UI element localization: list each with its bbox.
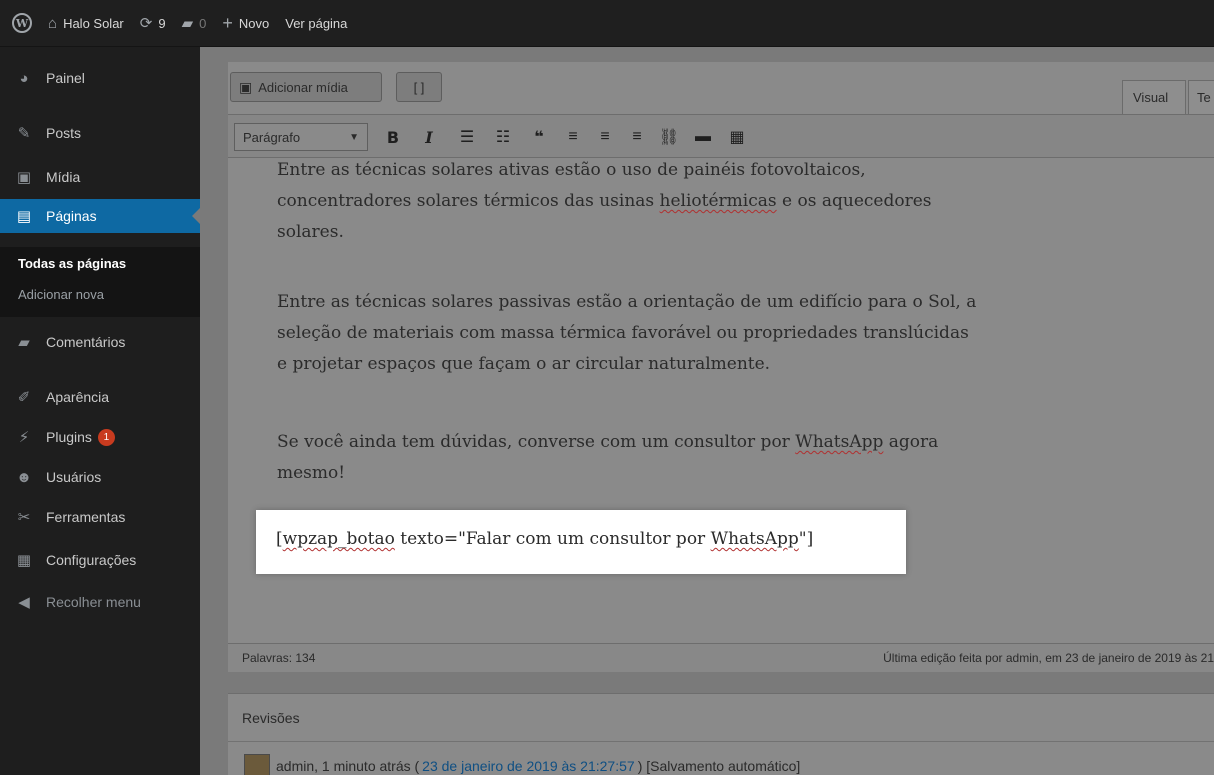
- editor-toolbar: Parágrafo ▼ B I ☰ ☷ ❝ ≡ ≡ ≡ ⛓ ▬ ▦: [228, 114, 1214, 158]
- format-select[interactable]: Parágrafo ▼: [234, 123, 368, 151]
- page-editor: ▣ Adicionar mídia [ ] Visual Te Parágraf…: [228, 62, 1214, 672]
- paragraph-whatsapp-cta: Se você ainda tem dúvidas, converse com …: [277, 432, 939, 483]
- dashboard-icon: ◕: [19, 69, 29, 87]
- comment-icon: ▰: [18, 334, 30, 351]
- caret-down-icon: ▼: [349, 131, 359, 143]
- avatar: [244, 754, 270, 775]
- settings-icon: ▦: [16, 552, 32, 569]
- wordpress-icon: W: [12, 13, 32, 33]
- blockquote-icon: ❝: [534, 129, 544, 146]
- read-more-button[interactable]: ▬: [690, 123, 716, 151]
- media-icon: ▣: [16, 169, 32, 186]
- revisions-box: Revisões admin, 1 minuto atrás ( 23 de j…: [228, 693, 1214, 775]
- insert-link-button[interactable]: ⛓: [656, 123, 682, 151]
- last-edit-info: Última edição feita por admin, em 23 de …: [883, 651, 1214, 665]
- plugin-icon: ⚡: [18, 429, 30, 446]
- numbered-list-button[interactable]: ☷: [490, 123, 516, 151]
- submenu-all-pages[interactable]: Todas as páginas: [18, 256, 126, 271]
- align-left-icon: ≡: [568, 128, 578, 145]
- updates-link[interactable]: ⟳ 9: [140, 14, 166, 32]
- word-count: Palavras: 134: [242, 651, 316, 665]
- sidebar-item-usuarios[interactable]: ☻ Usuários: [0, 460, 200, 494]
- align-center-icon: ≡: [600, 128, 610, 145]
- link-icon: ⛓: [658, 129, 680, 146]
- media-icon: ▣: [239, 78, 253, 95]
- revision-entry: admin, 1 minuto atrás ( 23 de janeiro de…: [244, 754, 800, 775]
- revisions-title[interactable]: Revisões: [242, 710, 300, 726]
- wordpress-logo-button[interactable]: W: [12, 13, 32, 33]
- blockquote-button[interactable]: ❝: [526, 123, 552, 151]
- plus-icon: +: [222, 12, 233, 33]
- collapse-icon: ◀: [18, 594, 30, 611]
- comment-bubble-icon: ▰: [181, 15, 194, 32]
- refresh-icon: ⟳: [139, 15, 153, 32]
- admin-bar: W ⌂ Halo Solar ⟳ 9 ▰ 0 + Novo Ver página: [0, 0, 1214, 47]
- users-icon: ☻: [16, 468, 32, 486]
- sidebar-item-plugins[interactable]: ⚡ Plugins 1: [0, 420, 200, 454]
- align-right-icon: ≡: [632, 128, 642, 145]
- sidebar-item-painel[interactable]: ◕ Painel: [0, 61, 200, 95]
- bold-icon: B: [386, 127, 400, 147]
- editor-status-bar: Palavras: 134 Última edição feita por ad…: [228, 643, 1214, 672]
- bold-button[interactable]: B: [380, 123, 406, 151]
- site-name-link[interactable]: ⌂ Halo Solar: [48, 15, 124, 32]
- bullet-list-button[interactable]: ☰: [454, 123, 480, 151]
- paragraph-active-techniques: Entre as técnicas solares ativas estão o…: [277, 160, 932, 242]
- view-page-link[interactable]: Ver página: [285, 16, 347, 31]
- submenu-add-new[interactable]: Adicionar nova: [18, 287, 104, 302]
- new-content-link[interactable]: + Novo: [222, 13, 269, 34]
- bullet-list-icon: ☰: [459, 129, 475, 146]
- wrench-icon: ✂: [17, 509, 31, 526]
- sidebar-item-configuracoes[interactable]: ▦ Configurações: [0, 543, 200, 577]
- keyboard-icon: ▦: [729, 129, 745, 146]
- italic-button[interactable]: I: [416, 123, 442, 151]
- divider: [228, 741, 1214, 742]
- sidebar-item-midia[interactable]: ▣ Mídia: [0, 160, 200, 194]
- align-left-button[interactable]: ≡: [560, 123, 586, 151]
- pin-icon: ✎: [17, 125, 31, 142]
- read-more-icon: ▬: [695, 128, 711, 145]
- tab-text[interactable]: Te: [1188, 80, 1214, 114]
- align-right-button[interactable]: ≡: [624, 123, 650, 151]
- home-icon: ⌂: [48, 14, 58, 32]
- tab-visual[interactable]: Visual: [1122, 80, 1186, 114]
- shortcode-button[interactable]: [ ]: [396, 72, 442, 102]
- align-center-button[interactable]: ≡: [592, 123, 618, 151]
- sidebar-item-ferramentas[interactable]: ✂ Ferramentas: [0, 500, 200, 534]
- sidebar-collapse-menu[interactable]: ◀ Recolher menu: [0, 585, 200, 619]
- sidebar-item-paginas[interactable]: ▤ Páginas: [0, 199, 200, 233]
- italic-icon: I: [425, 127, 433, 147]
- pages-icon: ▤: [16, 208, 32, 225]
- revision-link[interactable]: 23 de janeiro de 2019 às 21:27:57: [422, 758, 635, 774]
- numbered-list-icon: ☷: [495, 129, 511, 146]
- sidebar-item-posts[interactable]: ✎ Posts: [0, 116, 200, 150]
- highlighted-shortcode[interactable]: [wpzap_botao texto="Falar com um consult…: [256, 510, 906, 574]
- comments-link[interactable]: ▰ 0: [182, 14, 207, 32]
- paragraph-passive-techniques: Entre as técnicas solares passivas estão…: [277, 292, 977, 374]
- toolbar-toggle-button[interactable]: ▦: [724, 123, 750, 151]
- brush-icon: ✐: [17, 389, 31, 406]
- plugins-update-badge: 1: [97, 428, 115, 446]
- sidebar-item-comentarios[interactable]: ▰ Comentários: [0, 325, 200, 359]
- add-media-button[interactable]: ▣ Adicionar mídia: [230, 72, 382, 102]
- admin-sidebar: ◕ Painel ✎ Posts ▣ Mídia ▤ Páginas Todas…: [0, 47, 200, 775]
- sidebar-item-aparencia[interactable]: ✐ Aparência: [0, 380, 200, 414]
